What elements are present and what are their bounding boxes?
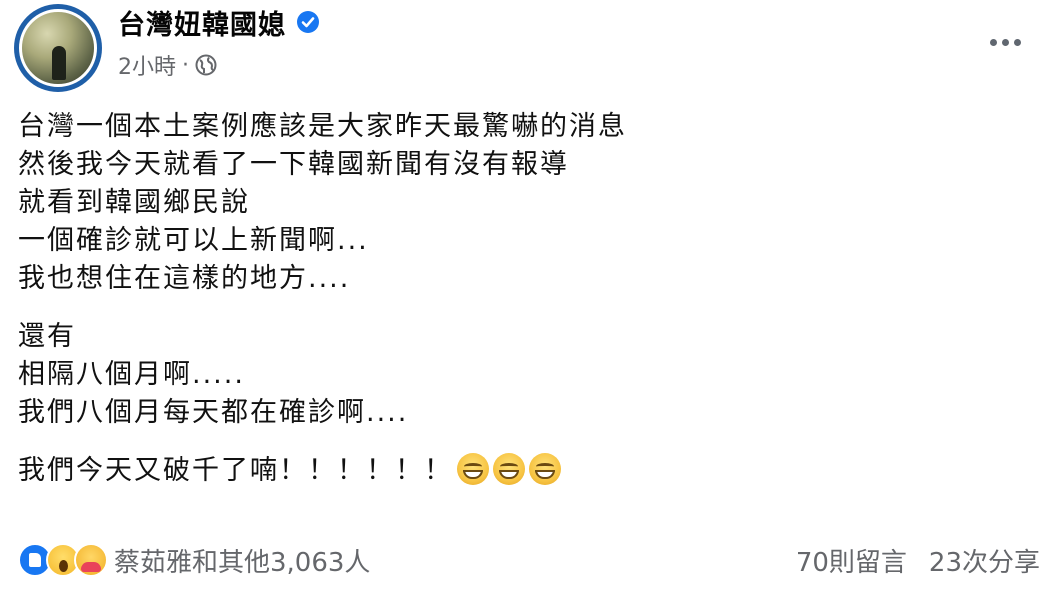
shares-count[interactable]: 23次分享 — [929, 542, 1040, 579]
post-line-text: 我們今天又破千了喃！！！！！！ — [18, 455, 453, 486]
grinning-face-emoji — [457, 453, 489, 485]
post-line: 還有 — [18, 321, 76, 352]
more-dot — [1013, 38, 1021, 46]
more-options-button[interactable] — [980, 24, 1030, 60]
reactors-text[interactable]: 蔡茹雅和其他3,063人 — [114, 542, 370, 579]
care-reaction-icon — [74, 543, 108, 577]
verified-badge-icon — [297, 11, 319, 33]
post-line: 然後我今天就看了一下韓國新聞有沒有報導 — [18, 149, 569, 180]
post-line: 我也想住在這樣的地方.... — [18, 263, 351, 294]
post-line: 台灣一個本土案例應該是大家昨天最驚嚇的消息 — [18, 111, 627, 142]
globe-icon[interactable] — [195, 54, 217, 76]
post-line: 相隔八個月啊..... — [18, 359, 245, 390]
more-dot — [1001, 38, 1009, 46]
post-line: 就看到韓國鄉民說 — [18, 187, 250, 218]
reaction-icons — [18, 543, 108, 577]
post-line-last: 我們今天又破千了喃！！！！！！ — [18, 452, 627, 490]
more-dot — [989, 38, 997, 46]
grinning-face-emoji — [493, 453, 525, 485]
facebook-post: 台灣妞韓國媳 2小時 · 台灣一個本土案例應該是大家昨天最驚嚇的消息 然後我今天… — [0, 0, 1060, 596]
page-name[interactable]: 台灣妞韓國媳 — [118, 3, 286, 42]
engagement-stats: 70則留言 23次分享 — [796, 542, 1040, 579]
grinning-face-emoji — [529, 453, 561, 485]
avatar-image — [19, 9, 97, 87]
post-header: 台灣妞韓國媳 — [118, 0, 320, 44]
post-meta: 2小時 · — [118, 50, 217, 80]
reactions-summary[interactable]: 蔡茹雅和其他3,063人 — [18, 542, 370, 579]
comments-count[interactable]: 70則留言 — [796, 542, 907, 579]
post-text: 台灣一個本土案例應該是大家昨天最驚嚇的消息 然後我今天就看了一下韓國新聞有沒有報… — [18, 108, 627, 490]
post-line: 一個確診就可以上新聞啊... — [18, 225, 369, 256]
post-footer: 蔡茹雅和其他3,063人 70則留言 23次分享 — [18, 536, 1040, 584]
profile-avatar[interactable] — [14, 4, 102, 92]
post-line: 我們八個月每天都在確診啊.... — [18, 397, 409, 428]
post-timestamp[interactable]: 2小時 — [118, 49, 176, 81]
meta-separator: · — [182, 52, 189, 78]
